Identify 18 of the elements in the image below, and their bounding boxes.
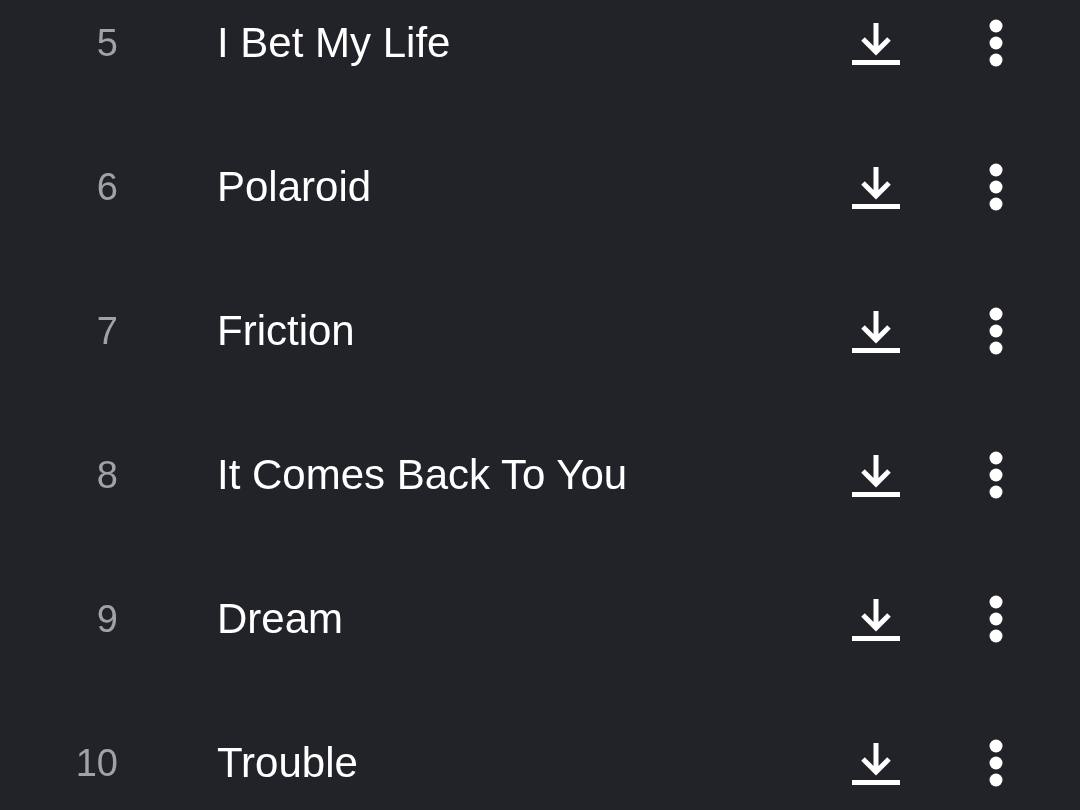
more-options-icon[interactable] (988, 19, 1004, 67)
track-number: 5 (95, 21, 118, 65)
track-number: 8 (95, 453, 118, 497)
track-number: 6 (95, 165, 118, 209)
track-title[interactable]: It Comes Back To You (217, 451, 852, 499)
track-title[interactable]: Dream (217, 595, 852, 643)
track-number: 10 (74, 741, 118, 785)
track-title[interactable]: I Bet My Life (217, 19, 852, 67)
more-options-icon[interactable] (988, 451, 1004, 499)
more-options-icon[interactable] (988, 595, 1004, 643)
more-options-icon[interactable] (988, 307, 1004, 355)
more-options-icon[interactable] (988, 739, 1004, 787)
track-title[interactable]: Friction (217, 307, 852, 355)
track-number: 9 (95, 597, 118, 641)
more-options-icon[interactable] (988, 163, 1004, 211)
track-title[interactable]: Trouble (217, 739, 852, 787)
track-title[interactable]: Polaroid (217, 163, 852, 211)
track-number: 7 (95, 309, 118, 353)
